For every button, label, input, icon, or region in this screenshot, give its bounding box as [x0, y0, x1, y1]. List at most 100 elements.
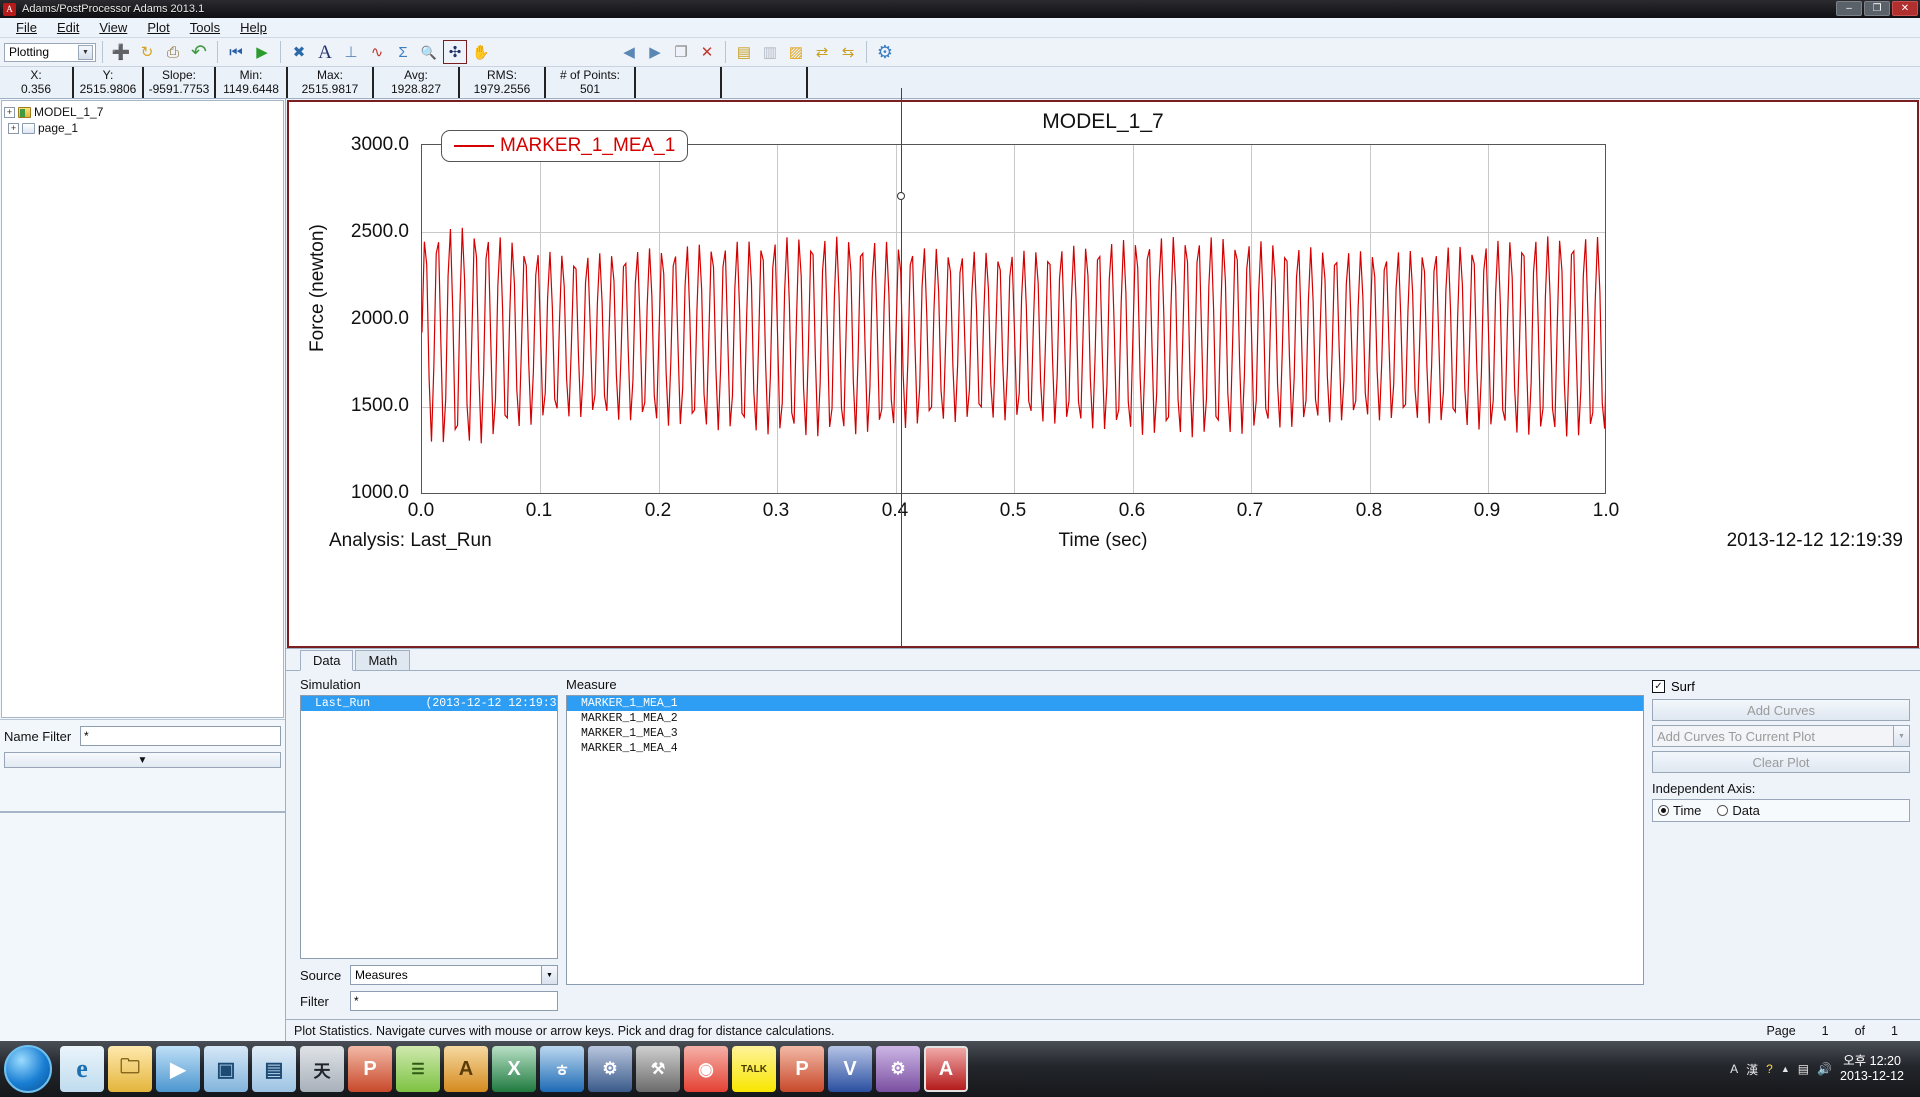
delete-page-icon[interactable]: ✕	[695, 40, 719, 64]
hand-icon[interactable]: ✋	[469, 40, 493, 64]
radio-time[interactable]: Time	[1658, 803, 1701, 818]
adams-view-icon[interactable]: ⚙	[876, 1046, 920, 1092]
tray-lang-a[interactable]: A	[1730, 1062, 1738, 1076]
close-button[interactable]: ✕	[1892, 1, 1918, 16]
tree-node-page[interactable]: + page_1	[4, 120, 281, 136]
cursor-line[interactable]	[901, 88, 902, 646]
tab-data[interactable]: Data	[300, 650, 354, 671]
plot-canvas[interactable]: MODEL_1_7 Force (newton) 3000.0 2500.0 2…	[289, 88, 1917, 646]
independent-axis-label: Independent Axis:	[1652, 781, 1756, 796]
axis-icon[interactable]: ⊥	[339, 40, 363, 64]
autocad-icon[interactable]: A	[444, 1046, 488, 1092]
radio-data-indicator[interactable]	[1717, 805, 1729, 816]
layout2-icon[interactable]: ▥	[758, 40, 782, 64]
prev-page-icon[interactable]: ◀	[617, 40, 641, 64]
measure-label: Measure	[566, 677, 617, 692]
internet-explorer-icon[interactable]: e	[60, 1046, 104, 1092]
settings2-icon[interactable]: ⚙	[588, 1046, 632, 1092]
volume-icon[interactable]: 🔊	[1817, 1062, 1832, 1076]
media-player-icon[interactable]: ▶	[156, 1046, 200, 1092]
kakaotalk-icon[interactable]: TALK	[732, 1046, 776, 1092]
adams-postprocessor-icon[interactable]: A	[924, 1046, 968, 1092]
undo-icon[interactable]: ↶	[187, 40, 211, 64]
tab-math[interactable]: Math	[355, 650, 411, 670]
view-page-icon[interactable]: ❐	[669, 40, 693, 64]
list-item[interactable]: MARKER_1_MEA_3	[567, 726, 1643, 741]
reload-icon[interactable]: ↻	[135, 40, 159, 64]
menu-item-tools[interactable]: Tools	[180, 18, 230, 37]
expand-icon-2[interactable]: +	[8, 122, 19, 134]
menu-item-edit[interactable]: Edit	[47, 18, 89, 37]
stat-rms-value: 1979.2556	[473, 82, 531, 96]
hancom-icon[interactable]: 天	[300, 1046, 344, 1092]
pan-move-icon[interactable]: ✣	[443, 40, 467, 64]
window-icon[interactable]: ▣	[204, 1046, 248, 1092]
window2-icon[interactable]: ▤	[252, 1046, 296, 1092]
explorer-folder-icon[interactable]: 🗀	[108, 1046, 152, 1092]
text-icon[interactable]: A	[313, 40, 337, 64]
list-item[interactable]: MARKER_1_MEA_2	[567, 711, 1643, 726]
powerpoint-icon[interactable]: P	[348, 1046, 392, 1092]
menu-item-file[interactable]: File	[6, 18, 47, 37]
list-item[interactable]: MARKER_1_MEA_4	[567, 741, 1643, 756]
visio-icon[interactable]: V	[828, 1046, 872, 1092]
simulation-list[interactable]: Last_Run (2013-12-12 12:19:39)	[300, 695, 558, 959]
utility-icon[interactable]: ⚒	[636, 1046, 680, 1092]
plot-container[interactable]: MODEL_1_7 Force (newton) 3000.0 2500.0 2…	[287, 88, 1919, 648]
minimize-button[interactable]: –	[1836, 1, 1862, 16]
add-curves-to-current-plot-select[interactable]: Add Curves To Current Plot ▼	[1652, 725, 1910, 747]
chevron-down-icon[interactable]: ▼	[78, 44, 93, 60]
tray-help-icon[interactable]: ?	[1766, 1062, 1773, 1076]
start-orb[interactable]	[4, 1045, 52, 1093]
expand-icon[interactable]: +	[4, 106, 15, 118]
plot-graph-area[interactable]	[421, 144, 1606, 494]
model-tree[interactable]: + MODEL_1_7 + page_1	[1, 100, 284, 718]
list-item[interactable]: MARKER_1_MEA_1	[567, 696, 1643, 711]
powerpoint2-icon[interactable]: P	[780, 1046, 824, 1092]
tree-node-model[interactable]: + MODEL_1_7	[4, 104, 281, 120]
excel-icon[interactable]: X	[492, 1046, 536, 1092]
layout3-icon[interactable]: ▨	[784, 40, 808, 64]
filter-input[interactable]	[350, 991, 558, 1011]
movie-icon[interactable]: ☰	[396, 1046, 440, 1092]
tray-lang-han[interactable]: 漢	[1746, 1061, 1758, 1078]
radio-data[interactable]: Data	[1717, 803, 1760, 818]
curve-icon[interactable]: ∿	[365, 40, 389, 64]
plot-legend[interactable]: MARKER_1_MEA_1	[441, 130, 689, 162]
add-curves-button[interactable]: Add Curves	[1652, 699, 1910, 721]
clear-plot-button[interactable]: Clear Plot	[1652, 751, 1910, 773]
sum-icon[interactable]: Σ	[391, 40, 415, 64]
hwp-icon[interactable]: ㅎ	[540, 1046, 584, 1092]
chevron-down-icon-source[interactable]: ▼	[541, 966, 557, 984]
chevron-down-icon-addcurves[interactable]: ▼	[1893, 726, 1909, 746]
x-tick-2: 0.2	[644, 500, 672, 521]
zoom-icon[interactable]: 🔍	[417, 40, 441, 64]
cursor-marker[interactable]	[897, 192, 905, 200]
surf-checkbox[interactable]: ✓	[1652, 680, 1665, 693]
chevron-up-icon[interactable]: ▲	[1781, 1064, 1790, 1074]
filter-dropdown-button[interactable]: ▼	[4, 752, 281, 768]
sync-right-icon[interactable]: ⇆	[836, 40, 860, 64]
radio-time-indicator[interactable]	[1658, 805, 1669, 816]
list-item[interactable]: Last_Run (2013-12-12 12:19:39)	[301, 696, 557, 711]
network-icon[interactable]: ▤	[1798, 1062, 1809, 1076]
first-frame-icon[interactable]: ⏮	[224, 40, 248, 64]
measure-list[interactable]: MARKER_1_MEA_1 MARKER_1_MEA_2 MARKER_1_M…	[566, 695, 1644, 985]
clear-icon[interactable]: ✖	[287, 40, 311, 64]
maximize-button[interactable]: ❐	[1864, 1, 1890, 16]
chrome-icon[interactable]: ◉	[684, 1046, 728, 1092]
play-icon[interactable]: ▶	[250, 40, 274, 64]
menu-item-view[interactable]: View	[89, 18, 137, 37]
print-icon[interactable]: ⎙	[161, 40, 185, 64]
menu-item-plot[interactable]: Plot	[137, 18, 179, 37]
sync-left-icon[interactable]: ⇄	[810, 40, 834, 64]
next-page-icon[interactable]: ▶	[643, 40, 667, 64]
name-filter-input[interactable]	[80, 726, 281, 746]
layout1-icon[interactable]: ▤	[732, 40, 756, 64]
surf-checkbox-row[interactable]: ✓ Surf	[1652, 679, 1910, 694]
source-select[interactable]: Measures ▼	[350, 965, 558, 985]
settings-gear-icon[interactable]: ⚙	[873, 40, 897, 64]
menu-item-help[interactable]: Help	[230, 18, 277, 37]
new-page-icon[interactable]: ➕	[109, 40, 133, 64]
mode-combo[interactable]: Plotting ▼	[4, 42, 96, 62]
